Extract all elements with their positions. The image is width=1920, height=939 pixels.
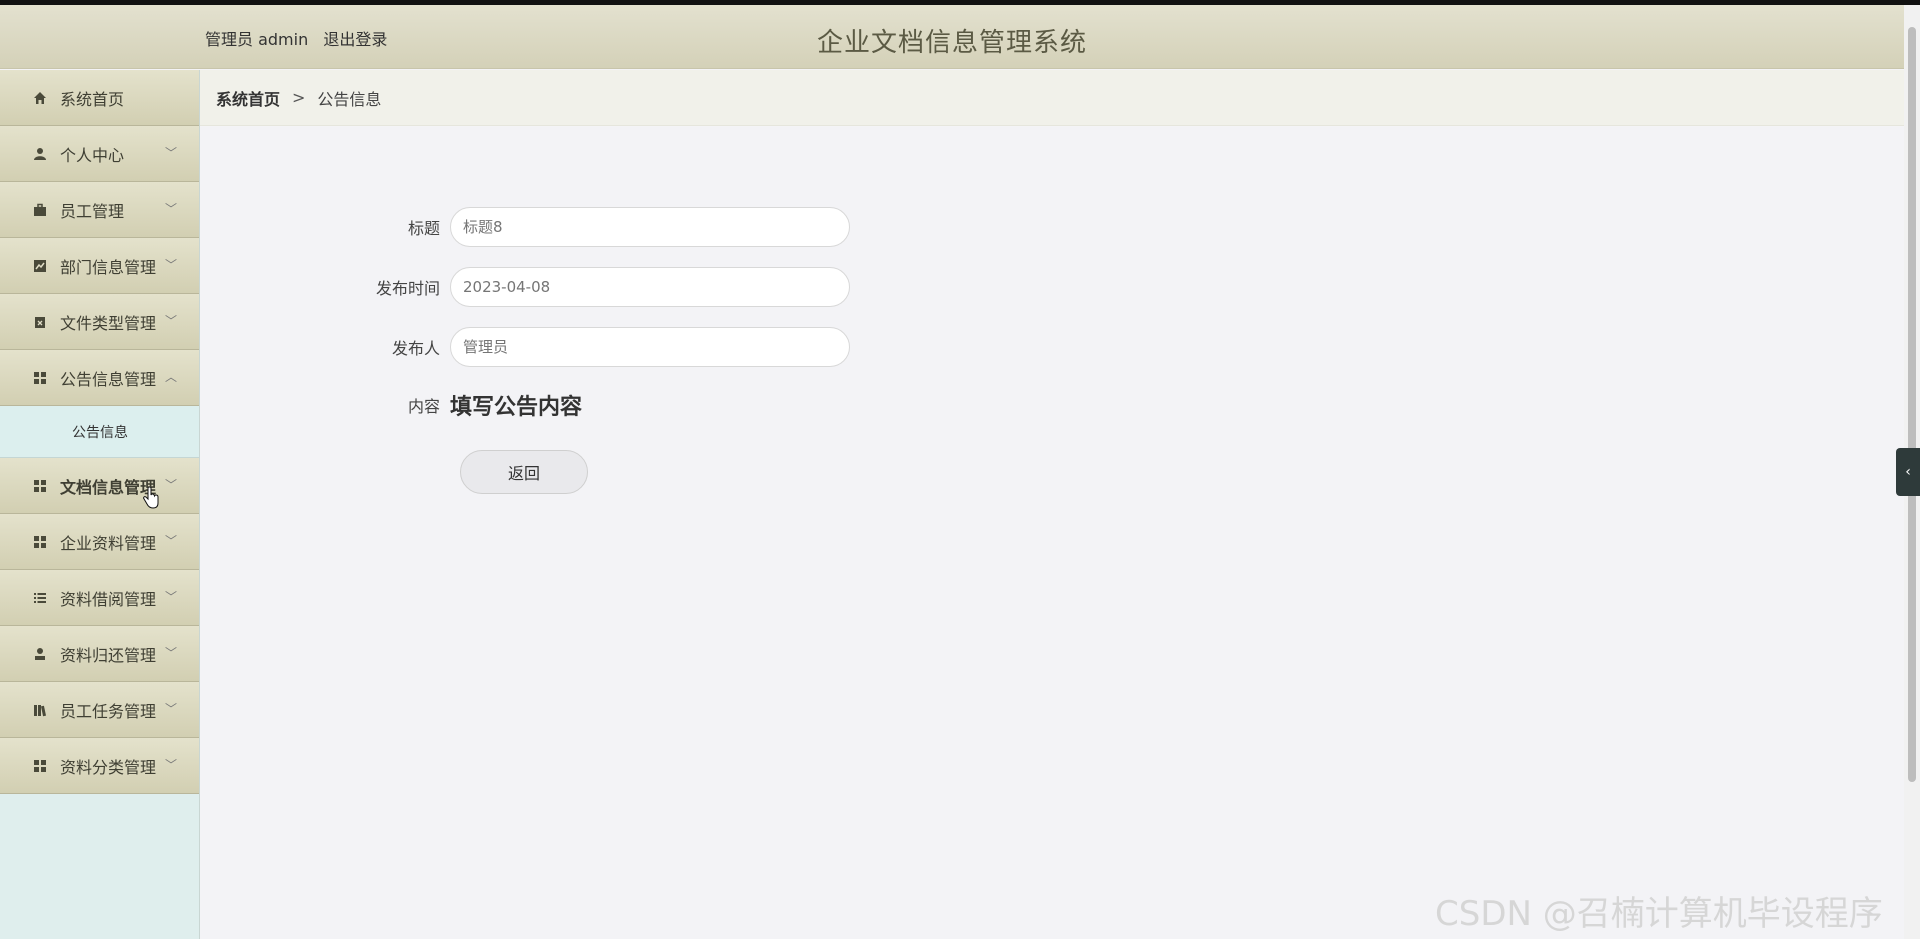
clipboard-icon <box>32 314 48 330</box>
scrollbar-thumb[interactable] <box>1908 27 1916 782</box>
form-row-publisher: 发布人 <box>200 327 850 367</box>
grid-icon <box>32 758 48 774</box>
grid-icon <box>32 478 48 494</box>
sidebar-item-enterprise-data[interactable]: 企业资料管理 ﹀ <box>0 514 199 570</box>
sidebar-item-label: 公告信息管理 <box>60 369 157 389</box>
title-input[interactable] <box>450 207 850 247</box>
sidebar-item-notice[interactable]: 公告信息管理 ︿ <box>0 350 199 406</box>
sidebar-item-label: 资料归还管理 <box>60 645 157 665</box>
person-icon <box>32 146 48 162</box>
publish-time-input[interactable] <box>450 267 850 307</box>
publish-time-label: 发布时间 <box>375 279 440 298</box>
breadcrumb-home[interactable]: 系统首页 <box>216 86 280 110</box>
sidebar-item-category[interactable]: 资料分类管理 ﹀ <box>0 738 199 794</box>
form-row-title: 标题 <box>200 207 850 247</box>
sidebar-item-borrow[interactable]: 资料借阅管理 ﹀ <box>0 570 199 626</box>
sidebar-item-label: 部门信息管理 <box>60 257 157 277</box>
sidebar: 系统首页 个人中心 ﹀ 员工管理 ﹀ 部门信息管理 ﹀ 文件类型管理 ﹀ 公告信… <box>0 70 200 939</box>
list-icon <box>32 590 48 606</box>
form-row-content: 内容 填写公告内容 <box>200 389 582 421</box>
back-button[interactable]: 返回 <box>460 450 588 494</box>
sidebar-item-task[interactable]: 员工任务管理 ﹀ <box>0 682 199 738</box>
form-row-time: 发布时间 <box>200 267 850 307</box>
user-stand-icon <box>32 646 48 662</box>
sidebar-item-home[interactable]: 系统首页 <box>0 70 199 126</box>
chevron-left-icon[interactable]: ‹ <box>1896 448 1920 496</box>
grid-icon <box>32 534 48 550</box>
chevron-down-icon: ﹀ <box>164 314 177 328</box>
chevron-down-icon: ﹀ <box>164 258 177 272</box>
publisher-input[interactable] <box>450 327 850 367</box>
sidebar-item-label: 文件类型管理 <box>60 313 157 333</box>
sidebar-item-return[interactable]: 资料归还管理 ﹀ <box>0 626 199 682</box>
chevron-down-icon: ﹀ <box>164 646 177 660</box>
breadcrumb-separator: > <box>292 88 306 107</box>
sidebar-item-employee[interactable]: 员工管理 ﹀ <box>0 182 199 238</box>
sidebar-item-label: 资料分类管理 <box>60 757 157 777</box>
sidebar-item-label: 企业资料管理 <box>60 533 157 553</box>
watermark: CSDN @召楠计算机毕设程序 <box>1435 894 1883 934</box>
sidebar-item-label: 员工任务管理 <box>60 701 157 721</box>
main-content: 标题 发布时间 发布人 内容 填写公告内容 返回 <box>200 127 1904 939</box>
sidebar-item-label: 系统首页 <box>60 89 125 109</box>
submenu-notice-info[interactable]: 公告信息 <box>0 406 199 458</box>
sidebar-item-label: 个人中心 <box>60 145 125 165</box>
chevron-down-icon: ﹀ <box>164 202 177 216</box>
title-label: 标题 <box>407 219 440 238</box>
app-title: 企业文档信息管理系统 <box>816 28 1087 58</box>
sidebar-item-label: 资料借阅管理 <box>60 589 157 609</box>
content-value: 填写公告内容 <box>450 395 583 420</box>
content-label: 内容 <box>407 397 440 416</box>
sidebar-item-file-type[interactable]: 文件类型管理 ﹀ <box>0 294 199 350</box>
sidebar-item-department[interactable]: 部门信息管理 ﹀ <box>0 238 199 294</box>
chevron-down-icon: ﹀ <box>164 146 177 160</box>
chart-icon <box>32 258 48 274</box>
books-icon <box>32 702 48 718</box>
chevron-down-icon: ﹀ <box>164 534 177 548</box>
pointer-cursor-icon <box>142 486 160 514</box>
breadcrumb-current: 公告信息 <box>317 89 382 109</box>
sidebar-item-document[interactable]: 文档信息管理 ﹀ <box>0 458 199 514</box>
grid-icon <box>32 370 48 386</box>
home-icon <box>32 90 48 106</box>
publisher-label: 发布人 <box>391 339 440 358</box>
chevron-down-icon: ﹀ <box>164 590 177 604</box>
breadcrumb: 系统首页 > 公告信息 <box>200 70 1904 126</box>
chevron-down-icon: ﹀ <box>164 758 177 772</box>
header-bar: 管理员 admin 退出登录 企业文档信息管理系统 <box>0 5 1904 69</box>
chevron-down-icon: ﹀ <box>164 478 177 492</box>
chevron-down-icon: ﹀ <box>164 702 177 716</box>
briefcase-icon <box>32 202 48 218</box>
sidebar-item-personal-center[interactable]: 个人中心 ﹀ <box>0 126 199 182</box>
chevron-up-icon: ︿ <box>164 370 177 384</box>
sidebar-item-label: 员工管理 <box>60 201 125 221</box>
